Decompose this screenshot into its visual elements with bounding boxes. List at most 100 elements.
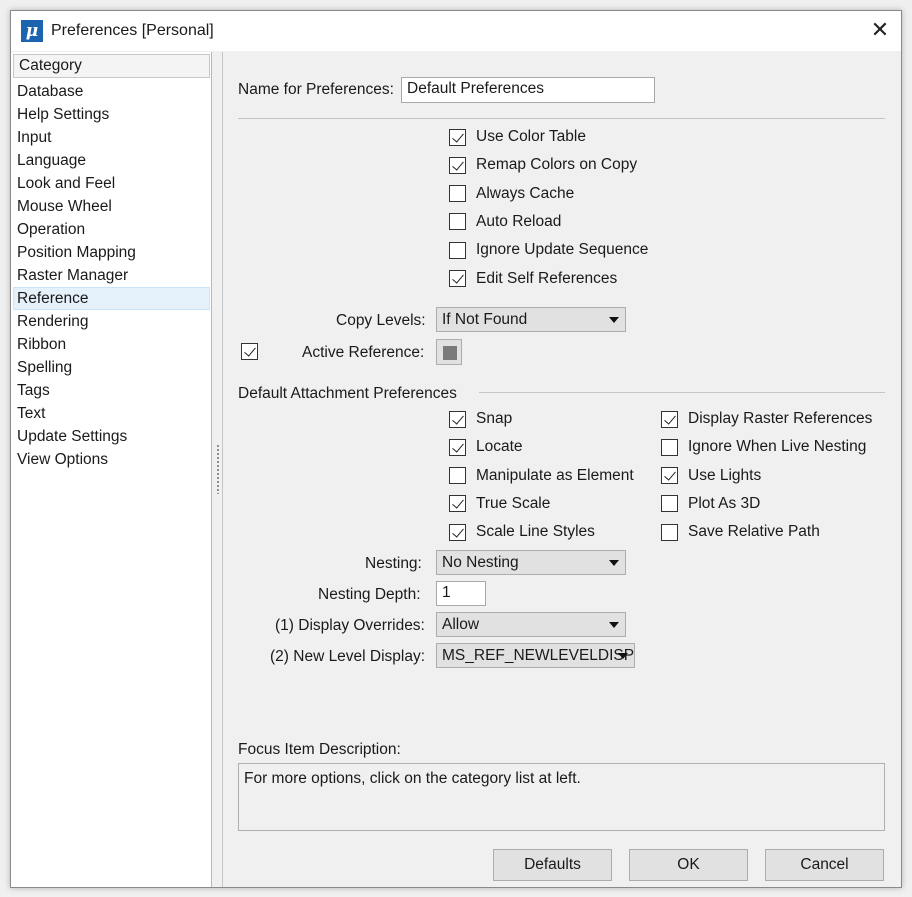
new-level-display-dropdown[interactable]: MS_REF_NEWLEVELDISPL [436,643,635,668]
chevron-down-icon [618,653,628,659]
checkbox-box[interactable] [449,495,466,513]
checkbox-label: Edit Self References [476,269,618,287]
checkbox-box[interactable] [449,128,466,146]
title-bar: μ Preferences [Personal] ✕ [11,11,901,51]
copy-levels-dropdown[interactable]: If Not Found [436,307,626,332]
category-item[interactable]: Reference [13,287,210,310]
option-checkbox[interactable]: Plot As 3D [661,495,760,513]
chevron-down-icon [609,317,619,323]
microstation-app-icon: μ [21,20,43,42]
chevron-down-icon [609,622,619,628]
option-checkbox[interactable]: Always Cache [449,185,574,203]
option-checkbox[interactable]: Snap [449,410,512,428]
checkbox-label: Manipulate as Element [476,466,634,484]
checkbox-box[interactable] [661,438,678,456]
option-checkbox[interactable]: Ignore When Live Nesting [661,438,866,456]
category-item[interactable]: Rendering [13,310,210,333]
category-item[interactable]: View Options [13,448,210,471]
option-checkbox[interactable]: Save Relative Path [661,523,820,541]
separator [238,118,885,119]
checkbox-label: Snap [476,410,513,427]
defaults-button[interactable]: Defaults [493,849,612,881]
copy-levels-label: Copy Levels: [336,312,426,329]
focus-item-description-box: For more options, click on the category … [238,763,885,831]
category-item[interactable]: Language [13,149,210,172]
checkbox-box[interactable] [449,156,466,174]
checkbox-box[interactable] [449,213,466,231]
category-item[interactable]: Database [13,80,210,103]
category-item[interactable]: Spelling [13,356,210,379]
new-level-display-value: MS_REF_NEWLEVELDISPL [442,647,635,664]
category-item[interactable]: Position Mapping [13,241,210,264]
category-item[interactable]: Raster Manager [13,264,210,287]
checkbox-label: Always Cache [476,184,575,202]
category-pane: Category Database Help Settings Input Langu… [11,52,212,887]
category-header[interactable]: Category [13,54,210,78]
new-level-display-label: (2) New Level Display: [270,648,426,665]
pane-splitter[interactable] [213,52,223,887]
checkbox-box[interactable] [661,495,678,513]
checkbox-box[interactable] [661,410,678,428]
checkbox-label: Ignore When Live Nesting [688,438,867,456]
checkbox-box[interactable] [449,410,466,428]
nesting-depth-field[interactable]: 1 [436,581,486,606]
category-item[interactable]: Text [13,402,210,425]
splitter-grip-icon[interactable] [216,444,220,494]
checkbox-box[interactable] [449,241,466,259]
nesting-depth-label: Nesting Depth: [318,586,421,603]
option-checkbox[interactable]: Use Lights [661,467,761,485]
category-item[interactable]: Operation [13,218,210,241]
nesting-value: No Nesting [442,554,519,571]
category-item[interactable]: Update Settings [13,425,210,448]
checkbox-box[interactable] [449,467,466,485]
name-for-preferences-label: Name for Preferences: [238,81,394,98]
category-item[interactable]: Mouse Wheel [13,195,210,218]
group-separator [479,392,885,393]
checkbox-box[interactable] [661,467,678,485]
copy-levels-value: If Not Found [442,311,528,328]
checkbox-label: Display Raster References [688,410,873,427]
cancel-button[interactable]: Cancel [765,849,884,881]
checkbox-box[interactable] [449,523,466,541]
option-checkbox[interactable]: Scale Line Styles [449,523,595,541]
nesting-label: Nesting: [365,555,422,572]
option-checkbox[interactable]: Locate [449,438,523,456]
option-checkbox[interactable]: Manipulate as Element [449,467,634,485]
focus-item-description-label: Focus Item Description: [238,741,401,758]
option-checkbox[interactable]: True Scale [449,495,550,513]
checkbox-label: Locate [476,438,523,456]
checkbox-box[interactable] [449,270,466,287]
checkbox-label: Save Relative Path [688,523,820,541]
checkbox-label: True Scale [476,494,551,512]
active-reference-label: Active Reference: [302,344,425,361]
checkbox-label: Remap Colors on Copy [476,156,638,174]
close-button[interactable]: ✕ [863,15,897,47]
option-checkbox[interactable]: Display Raster References [661,410,872,428]
checkbox-label: Auto Reload [476,212,562,230]
checkbox-box[interactable] [241,343,258,360]
checkbox-box[interactable] [449,185,466,203]
ok-button[interactable]: OK [629,849,748,881]
default-attachment-preferences-label: Default Attachment Preferences [238,385,457,402]
checkbox-label: Use Color Table [476,128,586,145]
active-reference-checkbox[interactable] [241,343,268,360]
display-overrides-label: (1) Display Overrides: [275,617,425,634]
active-reference-color-button[interactable] [436,339,462,365]
category-item[interactable]: Look and Feel [13,172,210,195]
option-checkbox[interactable]: Edit Self References [449,270,617,288]
nesting-dropdown[interactable]: No Nesting [436,550,626,575]
option-checkbox[interactable]: Use Color Table [449,128,586,146]
display-overrides-dropdown[interactable]: Allow [436,612,626,637]
category-item[interactable]: Help Settings [13,103,210,126]
checkbox-box[interactable] [449,438,466,456]
category-item[interactable]: Tags [13,379,210,402]
option-checkbox[interactable]: Auto Reload [449,213,561,231]
option-checkbox[interactable]: Remap Colors on Copy [449,156,637,174]
checkbox-box[interactable] [661,523,678,541]
category-item[interactable]: Input [13,126,210,149]
name-for-preferences-field[interactable]: Default Preferences [401,77,655,103]
option-checkbox[interactable]: Ignore Update Sequence [449,241,648,259]
category-item[interactable]: Ribbon [13,333,210,356]
display-overrides-value: Allow [442,616,480,633]
checkbox-label: Scale Line Styles [476,523,595,541]
